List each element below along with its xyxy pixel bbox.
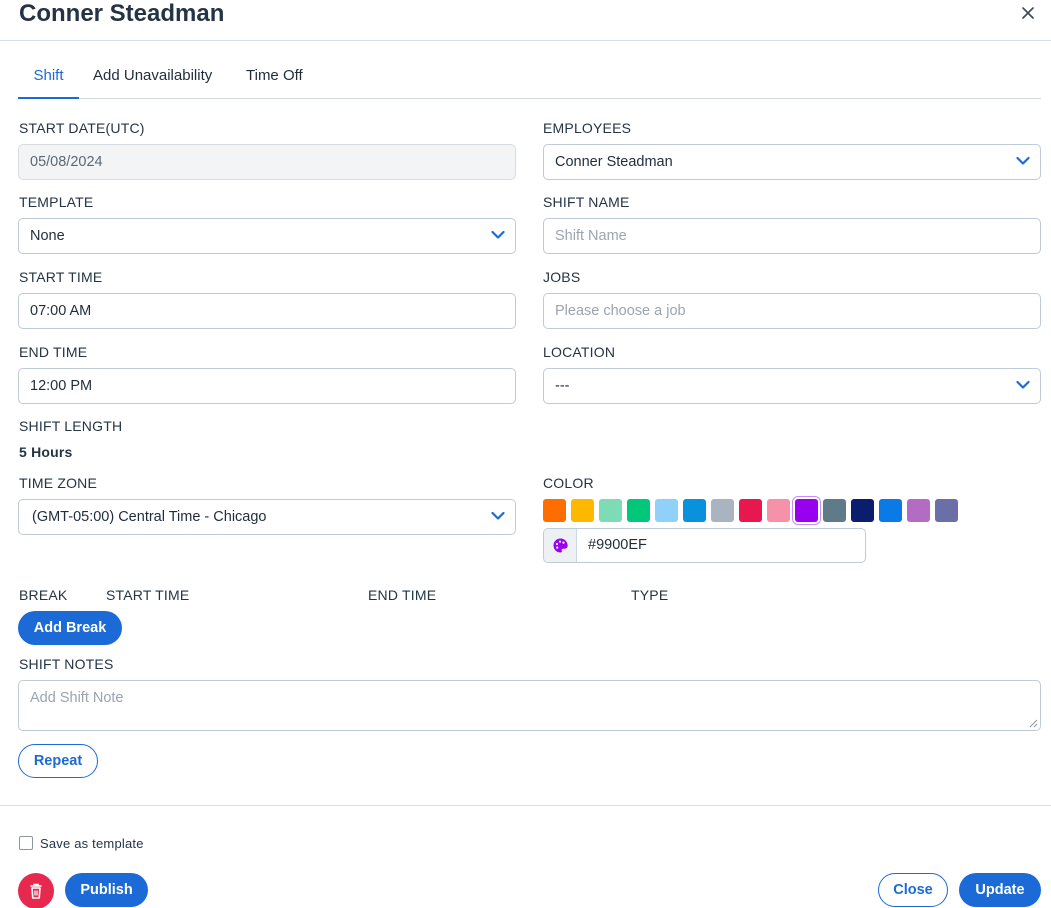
shift-notes-textarea[interactable]: Add Shift Note [18, 680, 1041, 731]
shift-length-value: 5 Hours [19, 444, 73, 460]
tab-time-off[interactable]: Time Off [246, 58, 303, 99]
time-zone-select[interactable]: (GMT-05:00) Central Time - Chicago [18, 499, 516, 535]
shift-notes-placeholder: Add Shift Note [30, 690, 124, 706]
jobs-label: JOBS [543, 269, 581, 285]
start-time-label: START TIME [19, 269, 103, 285]
shift-name-label: SHIFT NAME [543, 194, 630, 210]
template-label: TEMPLATE [19, 194, 94, 210]
repeat-button[interactable]: Repeat [18, 744, 98, 778]
color-swatch[interactable] [907, 499, 930, 522]
color-swatch[interactable] [767, 499, 790, 522]
shift-name-input[interactable]: Shift Name [543, 218, 1041, 254]
color-swatch[interactable] [739, 499, 762, 522]
shift-notes-label: SHIFT NOTES [19, 656, 114, 672]
color-swatch[interactable] [935, 499, 958, 522]
color-swatch[interactable] [571, 499, 594, 522]
footer-divider [0, 805, 1051, 806]
tab-add-unavailability[interactable]: Add Unavailability [93, 58, 212, 99]
break-start-time-header: START TIME [106, 587, 190, 603]
location-label: LOCATION [543, 344, 616, 360]
chevron-down-icon [491, 230, 505, 239]
color-hex-input[interactable]: #9900EF [543, 528, 866, 563]
template-value: None [30, 228, 65, 244]
time-zone-label: TIME ZONE [19, 475, 98, 491]
add-break-button[interactable]: Add Break [18, 611, 122, 645]
shift-name-placeholder: Shift Name [555, 228, 627, 244]
jobs-placeholder: Please choose a job [555, 303, 686, 319]
start-date-label: START DATE(UTC) [19, 120, 145, 136]
end-time-input[interactable]: 12:00 PM [18, 368, 516, 404]
publish-button[interactable]: Publish [65, 873, 148, 907]
color-swatch[interactable] [823, 499, 846, 522]
color-swatch[interactable] [851, 499, 874, 522]
break-type-header: TYPE [631, 587, 669, 603]
color-hex-value: #9900EF [588, 537, 647, 553]
break-column-header: BREAK [19, 587, 68, 603]
start-date-field: 05/08/2024 [18, 144, 516, 180]
palette-icon[interactable] [544, 529, 577, 562]
time-zone-value: (GMT-05:00) Central Time - Chicago [32, 509, 267, 525]
color-swatch[interactable] [711, 499, 734, 522]
employees-value: Conner Steadman [555, 154, 673, 170]
location-value: --- [555, 378, 570, 394]
color-swatch[interactable] [599, 499, 622, 522]
color-swatch[interactable] [879, 499, 902, 522]
color-swatch[interactable] [543, 499, 566, 522]
shift-length-label: SHIFT LENGTH [19, 418, 123, 434]
save-as-template-checkbox[interactable] [19, 836, 33, 850]
color-swatch[interactable] [795, 499, 818, 522]
tab-bar: Shift Add Unavailability Time Off [18, 58, 1041, 99]
trash-icon [30, 883, 42, 899]
break-end-time-header: END TIME [368, 587, 437, 603]
start-time-input[interactable]: 07:00 AM [18, 293, 516, 329]
color-swatch[interactable] [683, 499, 706, 522]
resize-handle-icon[interactable] [1029, 719, 1038, 728]
color-swatch[interactable] [655, 499, 678, 522]
jobs-input[interactable]: Please choose a job [543, 293, 1041, 329]
tab-shift[interactable]: Shift [18, 58, 79, 99]
employees-select[interactable]: Conner Steadman [543, 144, 1041, 180]
chevron-down-icon [1016, 380, 1030, 389]
end-time-label: END TIME [19, 344, 88, 360]
modal-title: Conner Steadman [19, 0, 225, 27]
update-button[interactable]: Update [959, 873, 1041, 907]
delete-button[interactable] [18, 873, 54, 908]
save-as-template-label: Save as template [40, 836, 144, 851]
employees-label: EMPLOYEES [543, 120, 632, 136]
close-icon[interactable] [1018, 3, 1038, 23]
color-label: COLOR [543, 475, 594, 491]
location-select[interactable]: --- [543, 368, 1041, 404]
modal-header: Conner Steadman [0, 0, 1051, 41]
chevron-down-icon [491, 511, 505, 520]
close-button[interactable]: Close [878, 873, 948, 907]
color-swatch[interactable] [627, 499, 650, 522]
chevron-down-icon [1016, 156, 1030, 165]
template-select[interactable]: None [18, 218, 516, 254]
